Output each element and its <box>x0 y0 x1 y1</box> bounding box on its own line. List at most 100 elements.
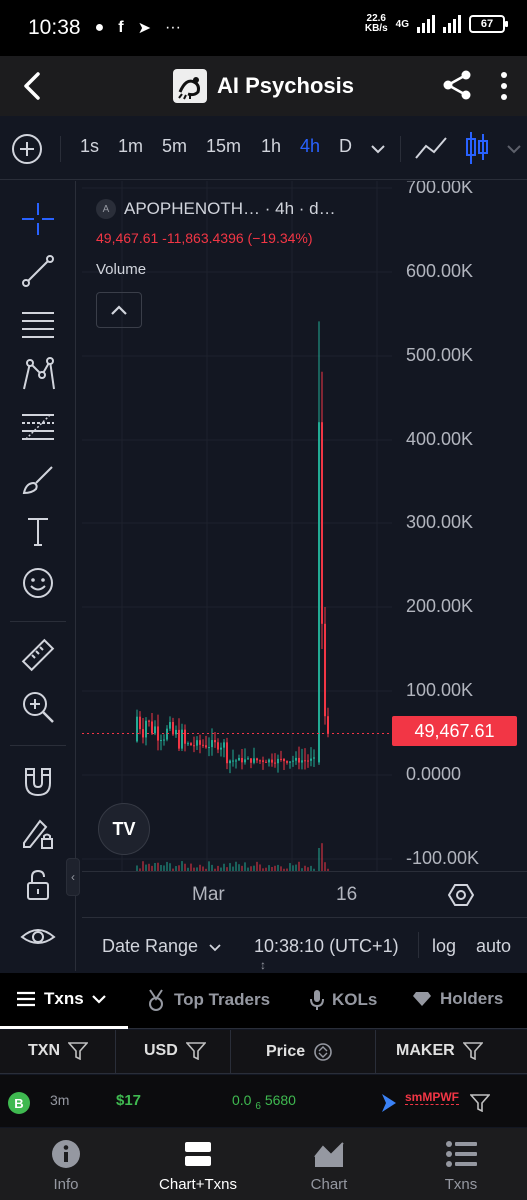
line-chart-type-icon[interactable] <box>414 134 448 162</box>
clock-timezone[interactable]: 10:38:10 (UTC+1) <box>254 936 399 957</box>
divider <box>418 932 419 958</box>
price-tick: 600.00K <box>406 261 474 281</box>
candle-body <box>327 716 329 734</box>
toggle-currency-icon[interactable] <box>313 1042 333 1062</box>
tab-top-traders[interactable]: Top Traders <box>146 989 270 1011</box>
unlock-icon[interactable] <box>18 865 58 905</box>
nav-label: Txns <box>444 1176 478 1193</box>
candle-body <box>268 759 270 763</box>
buy-badge: B <box>8 1092 30 1114</box>
crosshair-icon[interactable] <box>18 199 58 239</box>
maker-address[interactable]: smMPWF <box>405 1090 459 1105</box>
eye-icon[interactable] <box>18 917 58 957</box>
interval-1h[interactable]: 1h <box>261 136 281 157</box>
info-icon <box>50 1138 82 1170</box>
symbol-badge: A <box>96 199 116 219</box>
tradingview-logo[interactable]: TV <box>98 803 150 855</box>
price-tick: 200.00K <box>406 596 474 616</box>
tab-holders[interactable]: Holders <box>412 989 503 1009</box>
legend-volume[interactable]: Volume <box>96 261 146 278</box>
text-tool-icon[interactable] <box>18 511 58 551</box>
nav-chart[interactable]: Chart <box>274 1138 384 1193</box>
emoji-icon[interactable] <box>18 563 58 603</box>
price-tick: 300.00K <box>406 512 474 532</box>
legend-symbol[interactable]: A APOPHENOTH… · 4h · d… <box>96 199 336 219</box>
chart-txns-icon <box>182 1138 214 1170</box>
filter-icon[interactable] <box>68 1042 88 1060</box>
chevron-down-icon[interactable] <box>506 144 522 154</box>
candle-body <box>286 761 288 763</box>
divider <box>10 745 66 746</box>
battery-icon: 67 <box>469 15 508 33</box>
collapse-toolbar-icon[interactable]: ‹ <box>66 858 80 896</box>
interval-4h[interactable]: 4h <box>300 136 320 157</box>
zoom-in-icon[interactable] <box>18 687 58 727</box>
collapse-legend-button[interactable] <box>96 292 142 328</box>
volume-bar <box>223 863 225 871</box>
interval-d[interactable]: D <box>339 136 352 157</box>
tab-txns[interactable]: Txns <box>16 989 106 1009</box>
candle-body <box>283 759 285 762</box>
candle-body <box>154 726 156 734</box>
chart-area[interactable]: A APOPHENOTH… · 4h · d… 49,467.61 -11,86… <box>82 181 527 871</box>
candle-body <box>247 758 249 760</box>
column-label: USD <box>144 1042 178 1059</box>
interval-5m[interactable]: 5m <box>162 136 187 157</box>
fib-retracement-icon[interactable] <box>18 407 58 447</box>
price-tick: 700.00K <box>406 181 474 197</box>
volume-bar <box>321 843 323 871</box>
volume-bar <box>184 863 186 871</box>
interval-1s[interactable]: 1s <box>80 136 99 157</box>
page-title: AI Psychosis <box>217 73 354 98</box>
trend-line-icon[interactable] <box>18 251 58 291</box>
settings-hexagon-icon[interactable] <box>448 882 474 908</box>
volume-bar <box>235 861 237 871</box>
horizontal-lines-icon[interactable] <box>18 303 58 343</box>
back-arrow-icon[interactable] <box>18 68 46 104</box>
column-usd[interactable]: USD <box>144 1042 206 1060</box>
chevron-down-icon <box>91 994 106 1004</box>
nav-txns[interactable]: Txns <box>406 1138 516 1193</box>
column-txn[interactable]: TXN <box>28 1042 88 1060</box>
volume-bar <box>289 863 291 871</box>
lock-drawing-icon[interactable] <box>18 813 58 853</box>
log-scale-button[interactable]: log <box>432 936 456 957</box>
candle-body <box>318 422 320 763</box>
interval-1m[interactable]: 1m <box>118 136 143 157</box>
filter-icon[interactable] <box>462 1042 483 1060</box>
tab-kols[interactable]: KOLs <box>310 989 377 1011</box>
txn-table-header: TXN USD Price MAKER <box>0 1030 527 1074</box>
nav-chart-txns[interactable]: Chart+Txns <box>143 1138 253 1193</box>
add-symbol-icon[interactable] <box>12 134 42 164</box>
table-row[interactable]: B 3m $17 0.0 6 5680 smMPWF <box>0 1075 527 1127</box>
current-price-label: 49,467.61 <box>392 716 517 746</box>
candle-body <box>205 745 207 748</box>
candlestick-icon[interactable] <box>464 130 490 166</box>
candle-body <box>223 742 225 748</box>
auto-scale-button[interactable]: auto <box>476 936 511 957</box>
volume-bar <box>157 862 159 871</box>
time-axis[interactable]: Mar 16 <box>82 871 527 917</box>
ruler-icon[interactable] <box>18 635 58 675</box>
tab-label: KOLs <box>332 990 378 1009</box>
chevron-down-icon[interactable] <box>370 144 386 154</box>
candle-body <box>241 757 243 763</box>
column-maker[interactable]: MAKER <box>396 1042 483 1060</box>
magnet-icon[interactable] <box>18 761 58 801</box>
more-vertical-icon[interactable] <box>496 70 512 102</box>
nav-info[interactable]: Info <box>11 1138 121 1193</box>
candle-body <box>250 758 252 763</box>
column-price[interactable]: Price <box>266 1042 333 1062</box>
bottom-tabs: Txns Top Traders KOLs Holders <box>0 973 527 1029</box>
filter-maker-icon[interactable] <box>470 1094 490 1112</box>
share-icon[interactable] <box>440 68 474 102</box>
candle-body <box>175 729 177 735</box>
brush-icon[interactable] <box>18 459 58 499</box>
pattern-icon[interactable] <box>18 355 58 395</box>
candle-body <box>292 760 294 762</box>
filter-icon[interactable] <box>185 1042 206 1060</box>
date-range-button[interactable]: Date Range <box>102 936 221 957</box>
interval-15m[interactable]: 15m <box>206 136 241 157</box>
candle-body <box>163 739 165 741</box>
candle-body <box>151 721 153 734</box>
